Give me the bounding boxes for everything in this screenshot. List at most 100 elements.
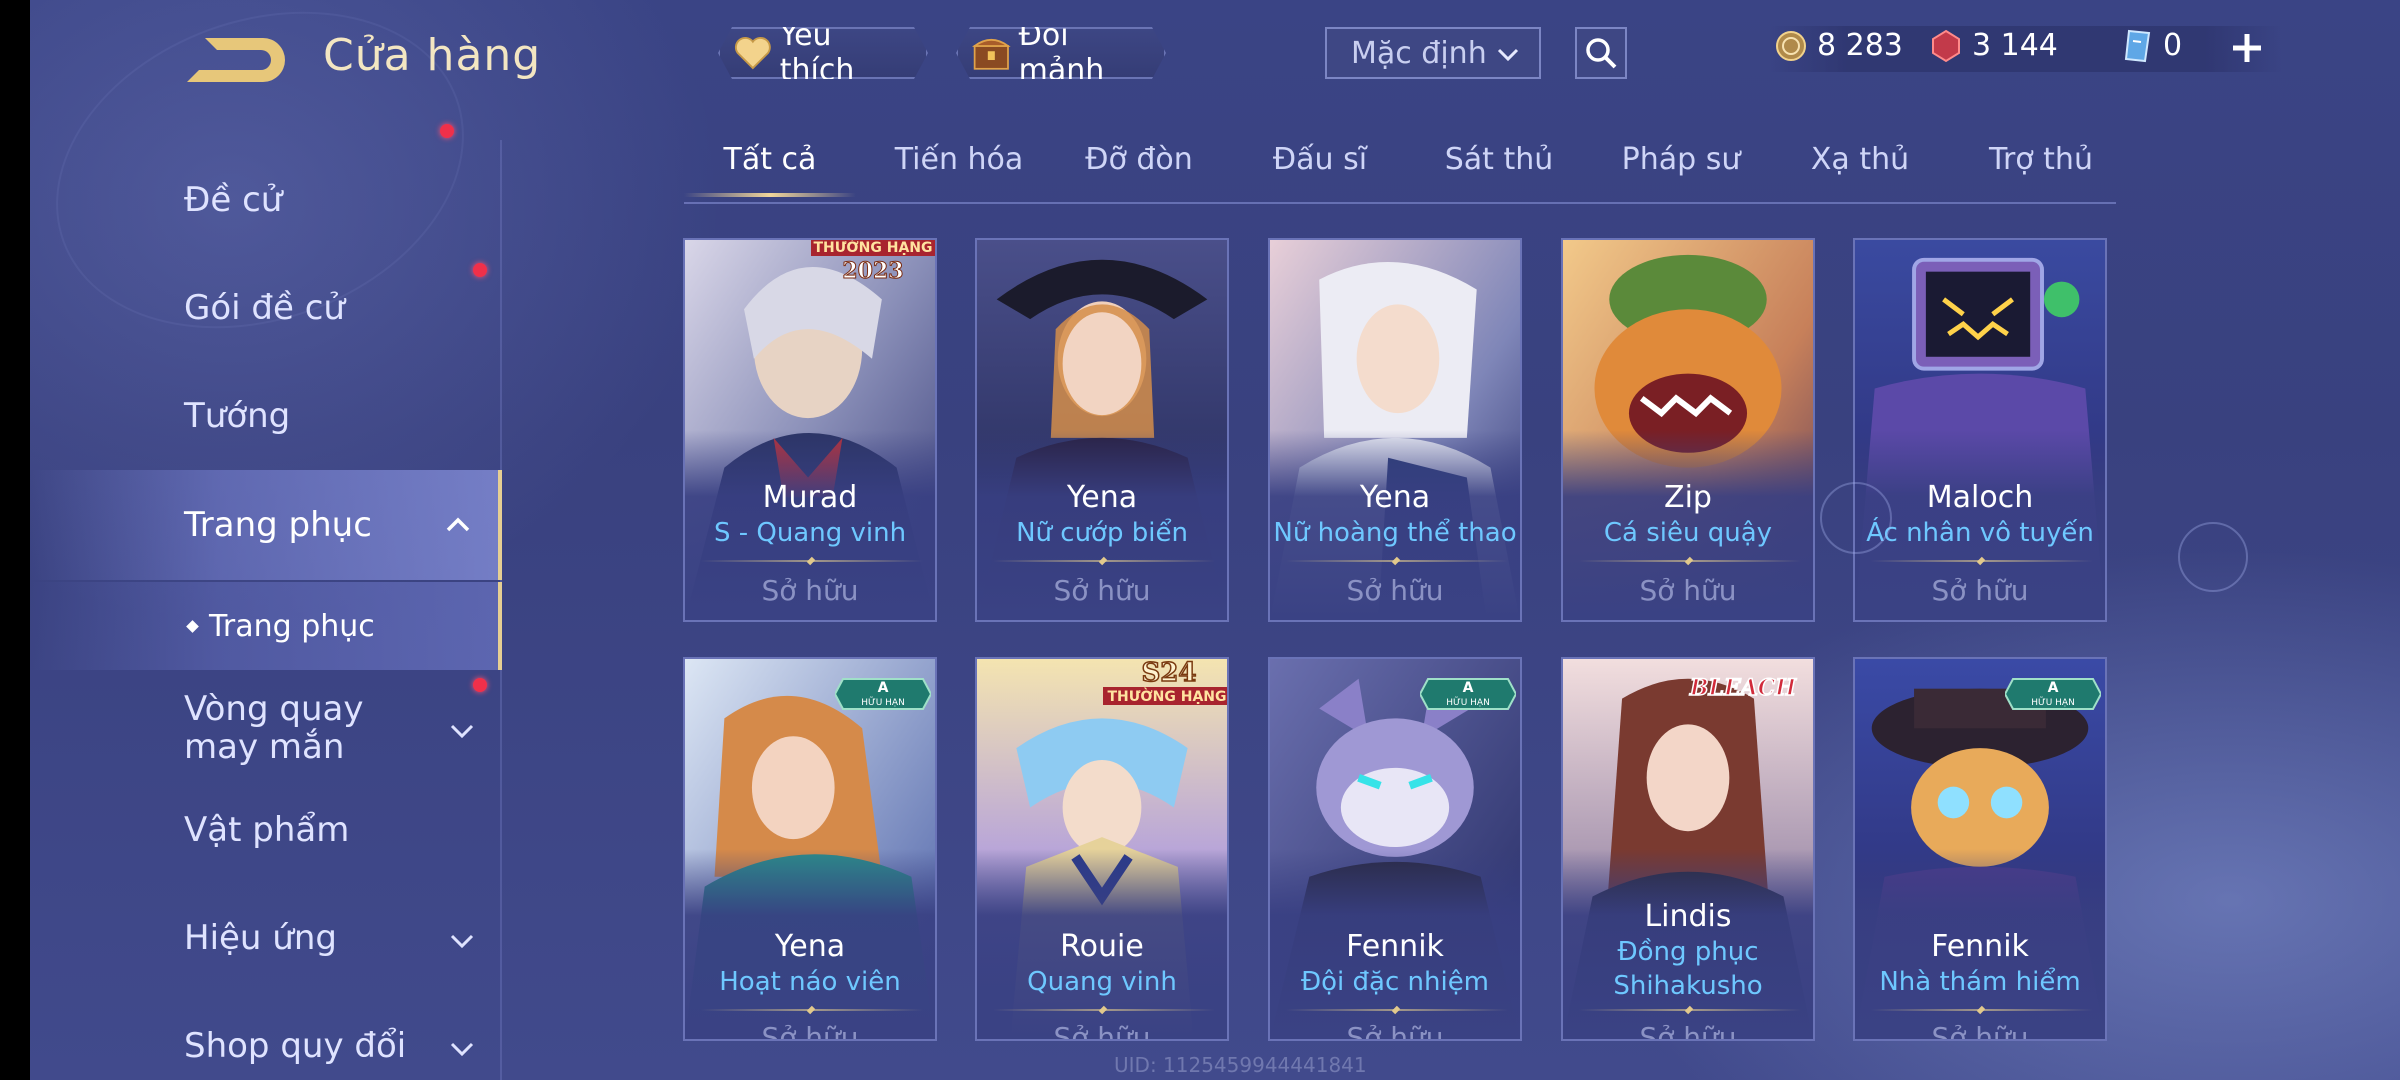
ranked-s24-badge: S24 THƯỜNG HẠNG bbox=[1103, 658, 1227, 705]
hero-name: Rouie bbox=[1060, 929, 1144, 964]
skin-name: Nữ hoàng thể thao bbox=[1273, 518, 1517, 548]
hero-name: Yena bbox=[774, 929, 846, 964]
owned-status: Sở hữu bbox=[1639, 1021, 1737, 1041]
sidebar-subitem-label: Trang phục bbox=[209, 608, 375, 644]
card-divider bbox=[993, 1009, 1215, 1011]
svg-text:2023: 2023 bbox=[842, 258, 903, 284]
sidebar-item-label: Vòng quay may mắn bbox=[184, 689, 364, 767]
gold-amount: 8 283 bbox=[1817, 28, 1903, 63]
page-title: Cửa hàng bbox=[323, 30, 542, 81]
chevron-down-icon bbox=[1497, 48, 1519, 62]
search-button[interactable] bbox=[1575, 27, 1627, 79]
notification-dot bbox=[440, 124, 454, 138]
tab-evolution[interactable]: Tiến hóa bbox=[884, 142, 1034, 177]
sort-dropdown-value: Mặc định bbox=[1351, 35, 1487, 71]
ruby-currency: 3 144 bbox=[1930, 28, 2058, 63]
sidebar-item-skins[interactable]: Trang phục bbox=[30, 470, 502, 580]
skin-card[interactable]: Zip Cá siêu quậy Sở hữu bbox=[1561, 238, 1815, 622]
skin-card[interactable]: Yena Nữ cướp biển Sở hữu bbox=[975, 238, 1229, 622]
shop-screen: Cửa hàng Yêu thích Đổi mảnh Mặc định 8 2… bbox=[30, 0, 2400, 1080]
owned-status: Sở hữu bbox=[1639, 574, 1737, 607]
limited-a-badge: A HỮU HẠN bbox=[835, 678, 931, 710]
card-divider bbox=[701, 1009, 923, 1011]
tab-label: Đỡ đòn bbox=[1085, 142, 1193, 177]
tab-support[interactable]: Trợ thủ bbox=[1966, 142, 2116, 177]
skin-name: S - Quang vinh bbox=[713, 518, 907, 548]
sidebar-item-label: Gói đề cử bbox=[184, 288, 345, 328]
active-tab-indicator bbox=[684, 193, 856, 197]
svg-text:THƯỜNG HẠNG: THƯỜNG HẠNG bbox=[1107, 687, 1226, 705]
svg-text:A: A bbox=[1463, 680, 1474, 696]
sidebar-item-exchange-shop[interactable]: Shop quy đổi bbox=[30, 996, 502, 1080]
hero-name: Maloch bbox=[1926, 480, 2034, 515]
skin-card[interactable]: S24 THƯỜNG HẠNG Rouie Quang vinh Sở hữu bbox=[975, 657, 1229, 1041]
hero-name: Yena bbox=[1066, 480, 1138, 515]
tab-mage[interactable]: Pháp sư bbox=[1606, 142, 1756, 177]
owned-status: Sở hữu bbox=[1931, 1021, 2029, 1041]
chevron-down-icon bbox=[450, 1042, 474, 1057]
sidebar-subitem-skins[interactable]: Trang phục bbox=[30, 582, 502, 670]
svg-text:A: A bbox=[878, 680, 889, 696]
sidebar-item-featured[interactable]: Đề cử bbox=[30, 150, 502, 250]
card-divider bbox=[701, 560, 923, 562]
ruby-amount: 3 144 bbox=[1972, 28, 2058, 63]
skin-card[interactable]: BLEACH Lindis Đồng phục Shihakusho Sở hữ… bbox=[1561, 657, 1815, 1041]
card-divider bbox=[1871, 560, 2093, 562]
skin-name: Nữ cướp biển bbox=[1016, 518, 1188, 548]
card-divider bbox=[1579, 1009, 1801, 1011]
sort-dropdown[interactable]: Mặc định bbox=[1325, 27, 1541, 79]
card-divider bbox=[1871, 1009, 2093, 1011]
limited-a-badge: A HỮU HẠN bbox=[2005, 678, 2101, 710]
svg-text:HỮU HẠN: HỮU HẠN bbox=[1446, 696, 1490, 708]
owned-status: Sở hữu bbox=[1346, 574, 1444, 607]
svg-text:HỮU HẠN: HỮU HẠN bbox=[861, 696, 905, 708]
tab-label: Tiến hóa bbox=[894, 142, 1024, 177]
add-currency-button[interactable] bbox=[2225, 26, 2269, 70]
tab-label: Tất cả bbox=[723, 142, 817, 177]
shard-exchange-label: Đổi mảnh bbox=[1018, 18, 1105, 88]
decorative-ring bbox=[2178, 522, 2248, 592]
favorites-button[interactable]: Yêu thích bbox=[718, 27, 928, 79]
tab-marksman[interactable]: Xạ thủ bbox=[1790, 142, 1930, 177]
card-divider bbox=[993, 560, 1215, 562]
voucher-currency: 0 bbox=[2123, 28, 2182, 63]
tab-tank[interactable]: Đỡ đòn bbox=[1064, 142, 1214, 177]
sidebar-item-effects[interactable]: Hiệu ứng bbox=[30, 888, 502, 988]
sidebar-item-label: Vật phẩm bbox=[184, 810, 350, 850]
back-button[interactable] bbox=[185, 28, 295, 90]
tab-assassin[interactable]: Sát thủ bbox=[1424, 142, 1574, 177]
hero-name: Yena bbox=[1359, 480, 1431, 515]
favorites-label: Yêu thích bbox=[779, 18, 855, 88]
skin-name: Hoạt náo viên bbox=[719, 967, 901, 997]
chevron-up-icon bbox=[446, 517, 470, 532]
sidebar-item-heroes[interactable]: Tướng bbox=[30, 366, 502, 466]
owned-status: Sở hữu bbox=[1931, 574, 2029, 607]
tab-all[interactable]: Tất cả bbox=[684, 142, 856, 197]
skin-card[interactable]: A HỮU HẠN Fennik Đội đặc nhiệm Sở hữu bbox=[1268, 657, 1522, 1041]
sidebar-item-lucky-spin[interactable]: Vòng quay may mắn bbox=[30, 674, 502, 782]
card-divider bbox=[1579, 560, 1801, 562]
sidebar-item-featured-packs[interactable]: Gói đề cử bbox=[30, 124, 502, 358]
sidebar-item-items[interactable]: Vật phẩm bbox=[30, 780, 502, 880]
owned-status: Sở hữu bbox=[1053, 574, 1151, 607]
skin-card[interactable]: Maloch Ác nhân vô tuyến Sở hữu bbox=[1853, 238, 2107, 622]
category-tabs: Tất cả Tiến hóa Đỡ đòn Đấu sĩ Sát thủ Ph… bbox=[684, 132, 2116, 204]
bullet-diamond-icon bbox=[186, 619, 199, 633]
sidebar-item-label: Đề cử bbox=[184, 180, 283, 220]
ranked-2023-badge: THƯỜNG HẠNG 2023 bbox=[811, 240, 935, 285]
shard-exchange-button[interactable]: Đổi mảnh bbox=[956, 27, 1166, 79]
tab-fighter[interactable]: Đấu sĩ bbox=[1250, 142, 1390, 177]
uid-watermark: UID: 1125459944441841 bbox=[1114, 1053, 1367, 1077]
skin-card[interactable]: Yena Nữ hoàng thể thao Sở hữu bbox=[1268, 238, 1522, 622]
skin-name: Quang vinh bbox=[1027, 967, 1177, 997]
skin-card[interactable]: A HỮU HẠN Yena Hoạt náo viên Sở hữu bbox=[683, 657, 937, 1041]
skin-card[interactable]: THƯỜNG HẠNG 2023 Murad S - Quang vinh Sở… bbox=[683, 238, 937, 622]
bleach-collab-badge: BLEACH bbox=[1688, 674, 1798, 702]
skin-card[interactable]: A HỮU HẠN Fennik Nhà thám hiểm Sở hữu bbox=[1853, 657, 2107, 1041]
voucher-icon bbox=[2124, 29, 2151, 62]
tab-label: Đấu sĩ bbox=[1272, 142, 1368, 177]
skin-name: Cá siêu quậy bbox=[1603, 518, 1773, 548]
tab-label: Sát thủ bbox=[1444, 142, 1554, 177]
card-divider bbox=[1286, 1009, 1508, 1011]
svg-text:S24: S24 bbox=[1142, 658, 1197, 688]
